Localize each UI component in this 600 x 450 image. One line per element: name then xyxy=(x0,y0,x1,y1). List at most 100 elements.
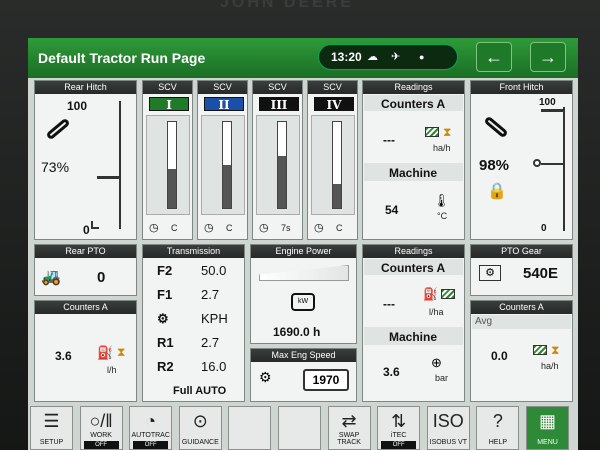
rear-hitch-panel[interactable]: Rear Hitch 100 0 73% xyxy=(34,80,137,240)
scv-gauge-fill xyxy=(333,183,341,208)
pto-gear-title: PTO Gear xyxy=(471,245,572,258)
autotrac-button[interactable]: ◔ AUTOTRAC OFF xyxy=(129,406,173,450)
hitch-icon xyxy=(45,117,71,141)
scv-gauge xyxy=(277,121,287,209)
scv-gauge-fill xyxy=(168,169,176,208)
button-label: GUIDANCE xyxy=(181,439,219,446)
scv-footer: C xyxy=(336,223,343,233)
cloud-icon: ☁ xyxy=(367,51,378,63)
autotrac-icon: ◔ xyxy=(145,411,157,431)
area-rate-icon xyxy=(533,345,547,355)
button-label: WORK xyxy=(90,432,112,439)
clock-icon: ◷ xyxy=(314,222,324,234)
readings-mid-unit: l/ha xyxy=(429,307,444,317)
readings-top-machine-value: 54 xyxy=(385,203,399,217)
scv-footer: C xyxy=(226,223,233,233)
scv-label: II xyxy=(204,97,244,112)
transmission-gear: R1 xyxy=(157,335,174,350)
blank-button-5[interactable] xyxy=(278,406,321,450)
scv-gauge xyxy=(222,121,232,209)
readings-top-title: Readings xyxy=(363,81,464,94)
max-eng-speed-panel[interactable]: Max Eng Speed ⚙ 1970 xyxy=(250,348,357,402)
work-icon: ○/‖ xyxy=(89,411,113,431)
scv-gauge-fill xyxy=(223,165,231,208)
guidance-button[interactable]: ⊙ GUIDANCE xyxy=(178,406,222,450)
scv-gauge xyxy=(167,121,177,209)
front-hitch-title: Front Hitch xyxy=(471,81,572,94)
rear-pto-value: 0 xyxy=(97,269,106,286)
scv-title: SCV xyxy=(308,81,357,94)
counters-right-panel[interactable]: Counters A Avg 0.0 ⧗ ha/h xyxy=(470,300,573,402)
setup-icon: ☰ xyxy=(43,411,60,431)
readings-top-machine-unit: °C xyxy=(437,211,448,221)
readings-top-machine: Machine xyxy=(389,166,438,180)
front-hitch-icon xyxy=(483,115,509,139)
work-button[interactable]: ○/‖ WORK OFF xyxy=(79,406,123,450)
scv-panel-2[interactable]: SCV II ◷ C xyxy=(197,80,248,240)
scv-gauge-fill xyxy=(278,156,286,208)
readings-mid-title: Readings xyxy=(363,245,464,258)
rear-hitch-marker xyxy=(97,176,121,179)
help-button[interactable]: ? HELP xyxy=(476,406,520,450)
engine-power-panel[interactable]: Engine Power kW 1690.0 h xyxy=(250,244,357,344)
scv-panel-4[interactable]: SCV IV ◷ C xyxy=(307,80,358,240)
readings-top-counters: Counters A xyxy=(381,97,446,111)
front-hitch-pointer xyxy=(533,159,541,167)
engine-hours: 1690.0 h xyxy=(273,325,321,339)
scv-panel-1[interactable]: SCV I ◷ C xyxy=(142,80,193,240)
itec-button[interactable]: ⇅ iTEC OFF xyxy=(377,406,421,450)
transmission-value: KPH xyxy=(201,311,228,326)
setup-button[interactable]: ☰ SETUP xyxy=(30,406,73,450)
swap-track-icon: ⇄ xyxy=(341,411,357,431)
menu-icon: ▦ xyxy=(538,411,556,431)
isobus-vt-icon: ISO xyxy=(432,411,464,431)
gear-icon: ⚙ xyxy=(479,265,501,281)
readings-mid-machine: Machine xyxy=(389,330,438,344)
counters-left-value: 3.6 xyxy=(55,349,72,363)
scv-label: IV xyxy=(314,97,354,112)
readings-mid-machine-unit: bar xyxy=(435,373,449,383)
transmission-mode: Full AUTO xyxy=(173,385,227,397)
rear-hitch-percent: 73% xyxy=(41,159,70,175)
rear-pto-panel[interactable]: Rear PTO 🚜 0 xyxy=(34,244,137,296)
swap-track-button[interactable]: ⇄ SWAP TRACK xyxy=(327,406,371,450)
pto-gear-panel[interactable]: PTO Gear ⚙ 540E xyxy=(470,244,573,296)
status-box[interactable]: 13:20 ☁ ✈ ● xyxy=(318,44,458,70)
clock-icon: ◷ xyxy=(259,222,269,234)
clock-icon: ◷ xyxy=(149,222,159,234)
scv-label: I xyxy=(149,97,189,112)
blank-button-4[interactable] xyxy=(228,406,272,450)
engine-speed-icon: ⚙ xyxy=(259,369,272,385)
front-hitch-bottom: 0 xyxy=(541,223,547,234)
scv-title: SCV xyxy=(143,81,192,94)
front-hitch-panel[interactable]: Front Hitch 100 0 98% 🔒 xyxy=(470,80,573,240)
transmission-value: 50.0 xyxy=(201,263,227,278)
off-badge: OFF xyxy=(133,441,169,449)
scv-title: SCV xyxy=(253,81,302,94)
isobus-vt-button[interactable]: ISO ISOBUS VT xyxy=(426,406,470,450)
counters-left-unit: l/h xyxy=(107,365,117,375)
transmission-panel[interactable]: Transmission Full AUTO F2 50.0 F1 2.7 ⚙ KPH R1… xyxy=(142,244,245,402)
max-eng-speed-value[interactable]: 1970 xyxy=(303,369,349,391)
counters-left-panel[interactable]: Counters A 3.6 ⛽ ⧗ l/h xyxy=(34,300,137,402)
page-title: Default Tractor Run Page xyxy=(38,50,206,66)
button-label: iTEC xyxy=(390,432,407,439)
forward-arrow-button[interactable]: → xyxy=(530,42,566,72)
back-arrow-button[interactable]: ← xyxy=(476,42,512,72)
button-label: ISOBUS VT xyxy=(429,439,467,446)
button-label: HELP xyxy=(488,439,508,446)
scv-label: III xyxy=(259,97,299,112)
rear-hitch-top: 100 xyxy=(67,99,88,113)
counters-right-value: 0.0 xyxy=(491,349,508,363)
brand-logo: JOHN DEERE xyxy=(220,0,355,11)
guidance-icon: ⊙ xyxy=(192,411,208,431)
engine-icon: kW xyxy=(291,293,315,311)
scv-title: SCV xyxy=(198,81,247,94)
scv-panel-3[interactable]: SCV III ◷ 7s xyxy=(252,80,303,240)
front-hitch-scale xyxy=(563,107,565,231)
readings-top-panel[interactable]: Readings Counters A --- ⧗ ha/h Machine 5… xyxy=(362,80,465,240)
pressure-icon: ⊕ xyxy=(431,355,442,370)
readings-mid-panel[interactable]: Readings Counters A --- ⛽ l/ha Machine 3… xyxy=(362,244,465,402)
readings-mid-dash: --- xyxy=(383,297,395,311)
menu-button[interactable]: ▦ MENU xyxy=(526,406,569,450)
